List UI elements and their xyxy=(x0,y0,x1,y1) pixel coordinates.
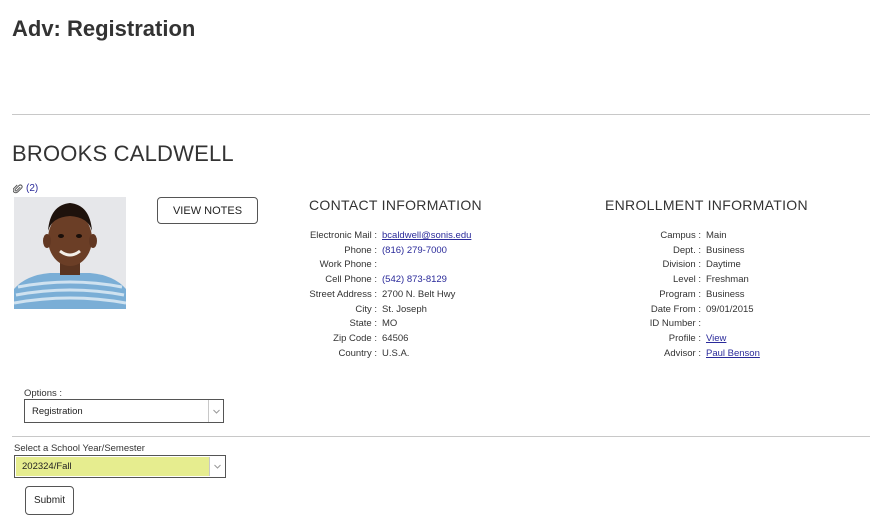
contact-row-phone: Phone : (816) 279-7000 xyxy=(300,243,471,258)
date-from-label: Date From : xyxy=(650,303,701,315)
options-select[interactable]: Registration xyxy=(24,399,224,423)
cell-phone-label: Cell Phone : xyxy=(325,274,377,286)
email-link[interactable]: bcaldwell@sonis.edu xyxy=(382,230,471,241)
enroll-row-profile: Profile : View xyxy=(620,331,760,346)
contact-row-email: Electronic Mail : bcaldwell@sonis.edu xyxy=(300,228,471,243)
paperclip-icon xyxy=(13,184,23,194)
enroll-row-division: Division : Daytime xyxy=(620,258,760,273)
contact-row-work-phone: Work Phone : xyxy=(300,258,471,273)
enroll-row-dept: Dept. : Business xyxy=(620,243,760,258)
work-phone-label: Work Phone : xyxy=(319,259,377,271)
city-label: City : xyxy=(355,303,377,315)
semester-select[interactable]: 202324/Fall xyxy=(14,455,226,478)
advisor-label: Advisor : xyxy=(664,347,701,359)
view-notes-button[interactable]: VIEW NOTES xyxy=(157,197,258,224)
street-label: Street Address : xyxy=(309,288,377,300)
country-value: U.S.A. xyxy=(382,347,410,359)
options-selected-value: Registration xyxy=(32,405,83,417)
state-value: MO xyxy=(382,318,398,330)
enroll-row-id-number: ID Number : xyxy=(620,317,760,332)
division-label: Division : xyxy=(662,259,701,271)
submit-button[interactable]: Submit xyxy=(25,486,74,515)
enroll-row-campus: Campus : Main xyxy=(620,228,760,243)
attachments-count: (2) xyxy=(26,183,39,194)
student-photo xyxy=(14,197,126,309)
id-number-label: ID Number : xyxy=(649,318,701,330)
campus-label: Campus : xyxy=(660,229,701,241)
contact-row-cell-phone: Cell Phone : (542) 873-8129 xyxy=(300,272,471,287)
level-label: Level : xyxy=(673,274,701,286)
semester-label: Select a School Year/Semester xyxy=(14,443,145,454)
city-value: St. Joseph xyxy=(382,303,427,315)
contact-info-table: Electronic Mail : bcaldwell@sonis.edu Ph… xyxy=(300,228,471,361)
enroll-row-level: Level : Freshman xyxy=(620,272,760,287)
profile-label: Profile : xyxy=(668,333,701,345)
contact-row-street: Street Address : 2700 N. Belt Hwy xyxy=(300,287,471,302)
enroll-row-program: Program : Business xyxy=(620,287,760,302)
chevron-down-icon xyxy=(208,400,223,422)
semester-selected-value: 202324/Fall xyxy=(16,457,209,476)
options-label: Options : xyxy=(24,388,63,399)
enroll-row-date-from: Date From : 09/01/2015 xyxy=(620,302,760,317)
contact-row-city: City : St. Joseph xyxy=(300,302,471,317)
form-divider xyxy=(12,436,870,437)
phone-label: Phone : xyxy=(344,244,377,256)
contact-heading: CONTACT INFORMATION xyxy=(309,197,482,213)
enrollment-heading: ENROLLMENT INFORMATION xyxy=(605,197,808,213)
profile-view-link[interactable]: View xyxy=(706,333,726,344)
phone-link[interactable]: (816) 279-7000 xyxy=(382,245,447,256)
attachments-link[interactable]: (2) xyxy=(13,183,38,194)
email-label: Electronic Mail : xyxy=(309,229,377,241)
enrollment-info-table: Campus : Main Dept. : Business Division … xyxy=(620,228,760,361)
state-label: State : xyxy=(349,318,377,330)
dept-value: Business xyxy=(706,244,745,256)
division-value: Daytime xyxy=(706,259,741,271)
program-label: Program : xyxy=(659,288,701,300)
student-name: BROOKS CALDWELL xyxy=(12,141,234,166)
advisor-link[interactable]: Paul Benson xyxy=(706,348,760,359)
contact-row-country: Country : U.S.A. xyxy=(300,346,471,361)
dept-label: Dept. : xyxy=(673,244,701,256)
date-from-value: 09/01/2015 xyxy=(706,303,754,315)
page-title: Adv: Registration xyxy=(12,16,196,41)
zip-value: 64506 xyxy=(382,333,409,345)
street-value: 2700 N. Belt Hwy xyxy=(382,288,456,300)
campus-value: Main xyxy=(706,229,727,241)
cell-phone-link[interactable]: (542) 873-8129 xyxy=(382,274,447,285)
contact-row-state: State : MO xyxy=(300,317,471,332)
level-value: Freshman xyxy=(706,274,749,286)
country-label: Country : xyxy=(338,347,377,359)
program-value: Business xyxy=(706,288,745,300)
chevron-down-icon xyxy=(209,457,224,476)
enroll-row-advisor: Advisor : Paul Benson xyxy=(620,346,760,361)
zip-label: Zip Code : xyxy=(333,333,377,345)
header-divider xyxy=(12,114,870,115)
contact-row-zip: Zip Code : 64506 xyxy=(300,331,471,346)
